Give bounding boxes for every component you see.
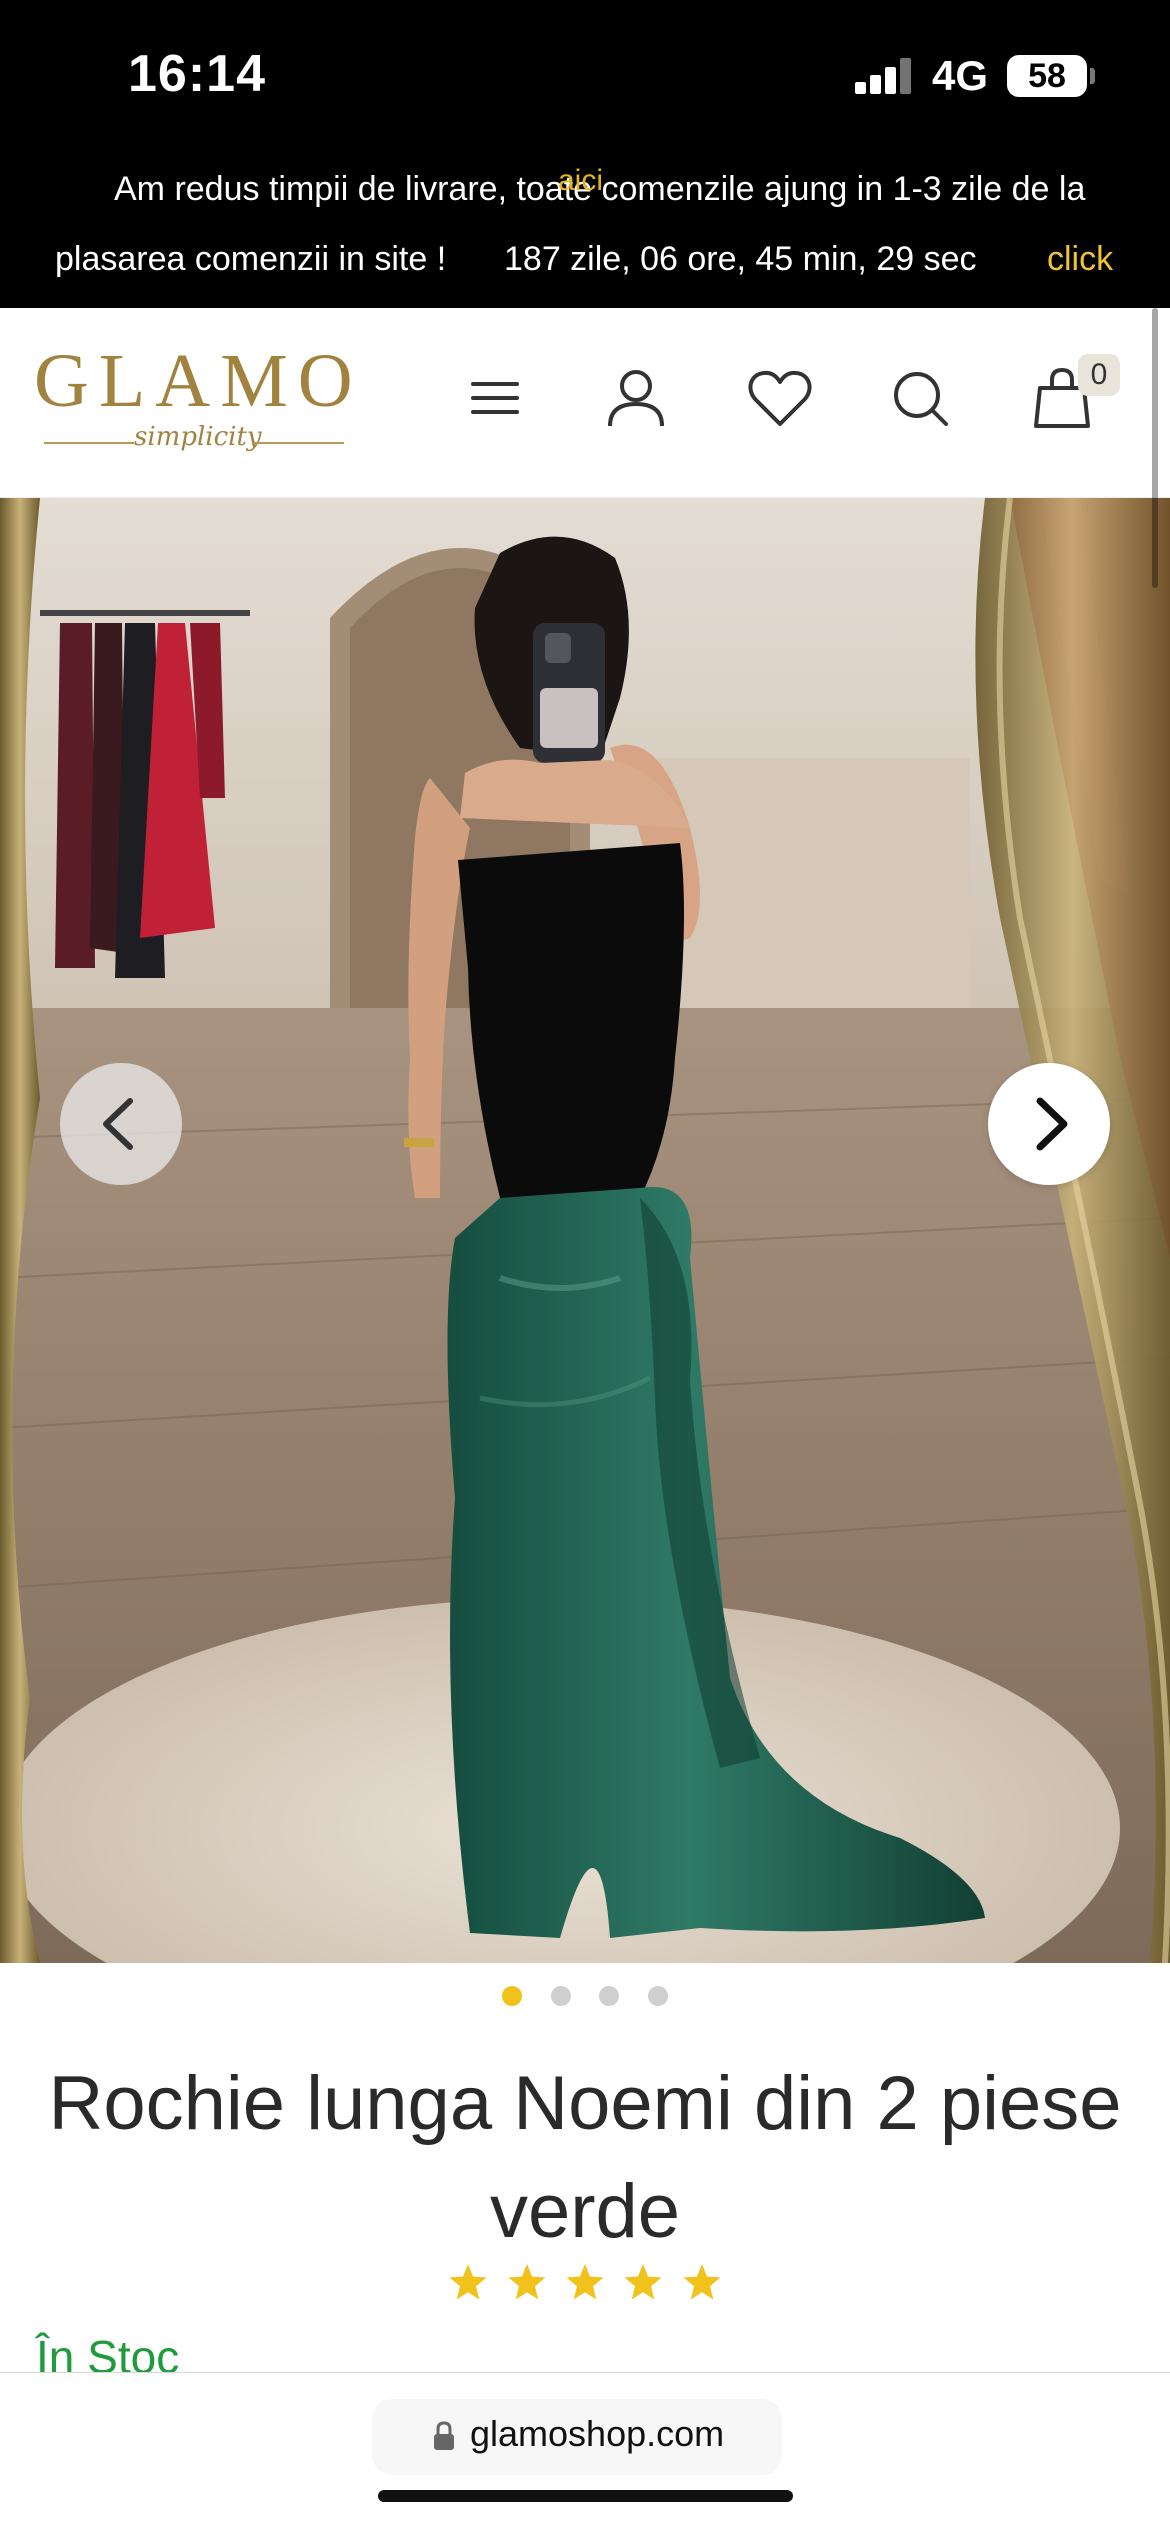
url-text[interactable]: glamoshop.com (470, 2413, 724, 2455)
star-icon (449, 2264, 487, 2300)
menu-icon[interactable] (455, 358, 535, 438)
gallery-dot-4[interactable] (647, 1986, 668, 2006)
logo-text: GLAMO (34, 339, 363, 423)
product-gallery[interactable] (0, 498, 1170, 1963)
cart-count-badge: 0 (1078, 354, 1120, 396)
gallery-pagination (0, 1986, 1170, 2008)
status-time: 16:14 (128, 45, 266, 103)
battery-icon: 58 (1007, 55, 1087, 97)
status-bar: 16:14 4G 58 (0, 0, 1170, 150)
product-rating[interactable] (0, 2262, 1170, 2307)
browser-address-bar: glamoshop.com (0, 2372, 1170, 2532)
gallery-dot-1[interactable] (502, 1986, 523, 2006)
star-icon (508, 2264, 546, 2300)
home-indicator[interactable] (378, 2490, 793, 2502)
gallery-next-button[interactable] (988, 1063, 1110, 1185)
glamo-logo[interactable]: GLAMO simplicity (34, 338, 354, 468)
logo-divider-left (44, 442, 134, 444)
promo-countdown: 187 zile, 06 ore, 45 min, 29 sec (504, 240, 977, 278)
promo-text-line2: plasarea comenzii in site ! (55, 240, 447, 278)
product-photo (0, 498, 1170, 1963)
product-title: Rochie lunga Noemi din 2 piese verde (48, 2061, 1122, 2254)
logo-subtitle: simplicity (134, 422, 262, 452)
gallery-dot-3[interactable] (599, 1986, 620, 2006)
user-icon[interactable] (596, 358, 676, 438)
lock-icon (434, 2421, 454, 2450)
promo-click-link[interactable]: click (1047, 240, 1113, 279)
heart-icon[interactable] (740, 358, 820, 438)
page-scrollbar[interactable] (1152, 308, 1158, 588)
site-header: GLAMO simplicity 0 (0, 308, 1170, 498)
battery-nub (1090, 68, 1095, 84)
gallery-dot-2[interactable] (550, 1986, 571, 2006)
logo-divider-right (254, 442, 344, 444)
promo-click-link-tail[interactable]: aici (558, 164, 603, 198)
star-icon (566, 2264, 604, 2300)
network-type: 4G (932, 52, 989, 99)
search-icon[interactable] (880, 358, 960, 438)
star-icon (624, 2264, 662, 2300)
cellular-signal-icon (855, 58, 915, 94)
star-icon (683, 2264, 721, 2300)
gallery-prev-button[interactable] (60, 1063, 182, 1185)
